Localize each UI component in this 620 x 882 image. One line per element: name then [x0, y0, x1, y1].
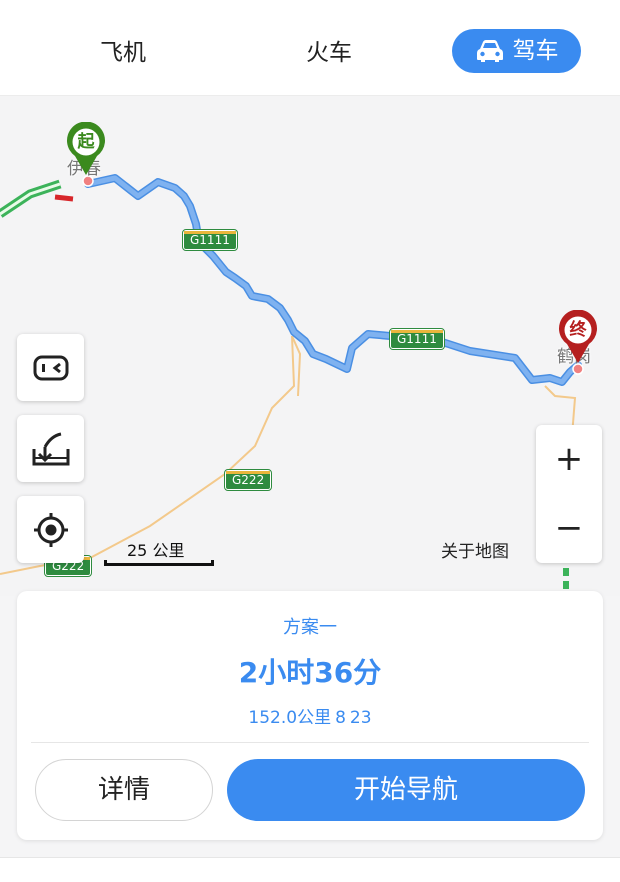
zoom-in-button[interactable]: +: [536, 425, 602, 494]
route-extra-prefix: 8: [335, 708, 346, 728]
start-pin-label: 起: [77, 132, 95, 152]
route-line: [85, 175, 581, 385]
traffic-toggle-icon: [33, 355, 68, 380]
locate-icon: [33, 512, 68, 547]
road-label: G1111: [182, 229, 238, 251]
tab-train[interactable]: 火车: [276, 33, 382, 73]
end-pin-label: 终: [569, 320, 587, 340]
map-view[interactable]: 伊春 鹤岗 起 终 G1111 G1111 G222 G222: [0, 96, 620, 596]
zoom-control: + −: [536, 425, 602, 563]
tab-flight[interactable]: 飞机: [70, 33, 176, 73]
about-map-link[interactable]: 关于地图: [441, 537, 509, 562]
details-button[interactable]: 详情: [35, 759, 213, 821]
bottom-bar: [0, 857, 620, 882]
offline-map-button[interactable]: [17, 415, 84, 482]
road-label: G1111: [389, 328, 445, 350]
route-line-outline: [84, 174, 582, 386]
zoom-out-button[interactable]: −: [536, 494, 602, 563]
scale-bar: [104, 560, 214, 566]
route-distance: 152.0公里: [248, 708, 332, 728]
tab-drive[interactable]: 驾车: [452, 29, 581, 73]
card-divider: [31, 742, 589, 743]
plan-name[interactable]: 方案一: [17, 613, 603, 639]
route-duration: 2小时36分: [238, 656, 382, 689]
traffic-jam-segment: [54, 194, 74, 202]
scale-label: 25 公里: [127, 541, 185, 560]
route-meta: 152.0公里 8 23: [17, 703, 603, 728]
road-label: G222: [223, 469, 273, 491]
end-pin[interactable]: 终: [558, 309, 598, 364]
car-icon: [475, 39, 505, 63]
route-card: 方案一 2小时36分 152.0公里 8 23 详情 开始导航: [17, 591, 603, 840]
route-extra-value: 23: [349, 708, 372, 728]
start-pin[interactable]: 起: [66, 121, 106, 176]
start-navigation-button[interactable]: 开始导航: [227, 759, 585, 821]
download-icon: [32, 432, 69, 465]
locate-button[interactable]: [17, 496, 84, 563]
tab-drive-label: 驾车: [512, 38, 559, 64]
traffic-toggle-button[interactable]: [17, 334, 84, 401]
transport-tabs: 飞机 火车 驾车: [0, 0, 620, 96]
